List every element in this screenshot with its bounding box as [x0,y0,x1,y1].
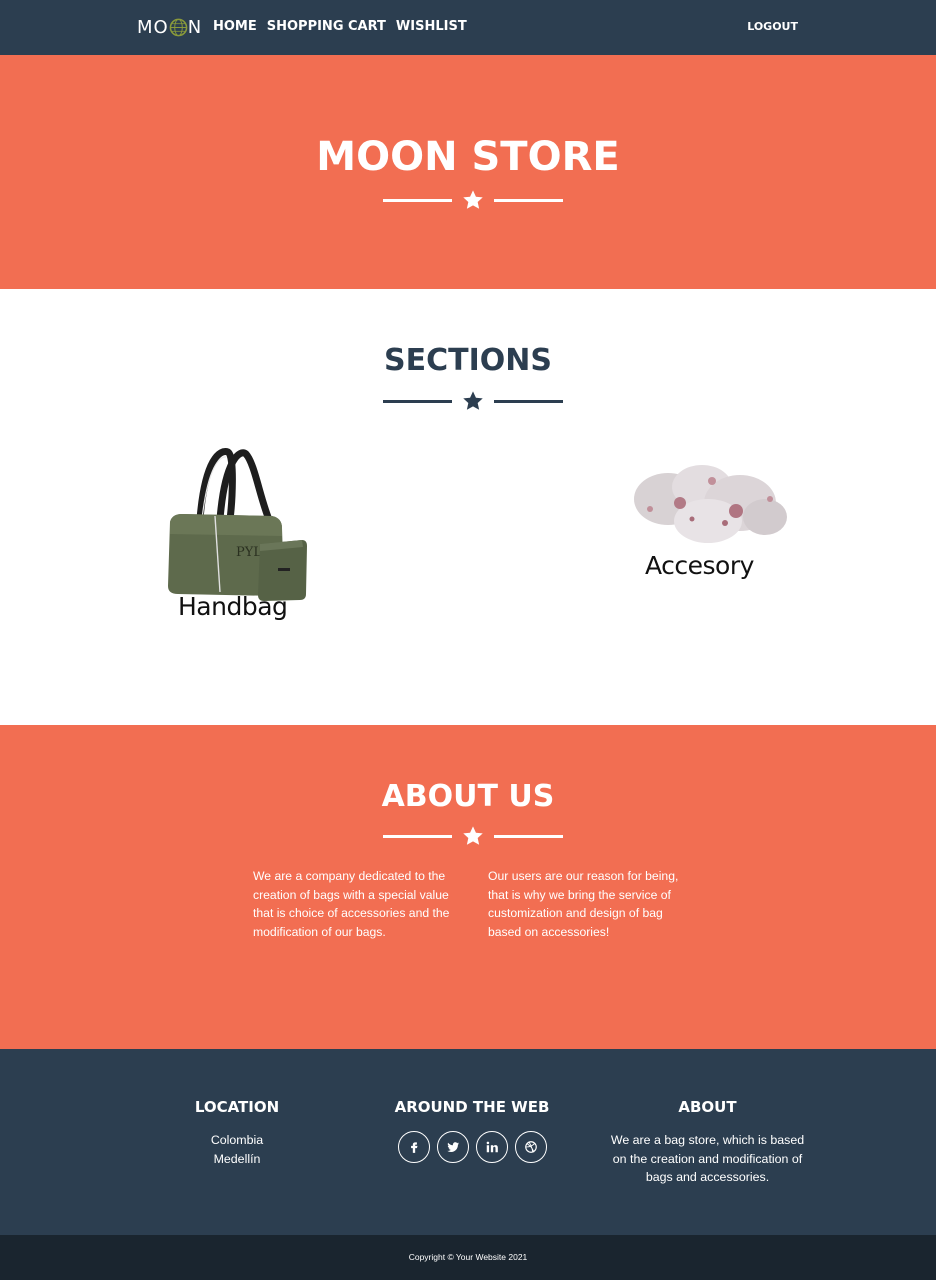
footer-about-heading: ABOUT [678,1098,737,1116]
footer-about-text: We are a bag store, which is based on th… [610,1133,805,1184]
star-icon [463,391,483,410]
facebook-icon[interactable] [397,1131,430,1163]
footer-location-line1: Colombia [210,1133,264,1147]
brand-text-left: MO [137,16,169,38]
footer-around-web: AROUND THE WEB [382,1097,562,1163]
hero-title: MOON STORE [316,134,620,180]
moon-globe-icon [169,18,188,36]
logout-link[interactable]: LOGOUT [747,19,798,35]
star-icon [463,826,483,845]
linkedin-icon[interactable] [475,1131,508,1163]
accessory-section-card[interactable]: Accesory [620,459,800,599]
footer-location-heading: LOCATION [194,1098,280,1116]
accessory-label: Accesory [645,551,754,580]
brand-logo[interactable]: MO N [137,15,202,39]
nav-links: Home Shopping Cart Wishlist [213,18,467,36]
footer: LOCATION Colombia Medellín AROUND THE WE… [0,1049,936,1235]
nav-shopping-cart[interactable]: Shopping Cart [267,18,386,36]
footer-about: ABOUT We are a bag store, which is based… [605,1097,810,1187]
hero-divider [383,189,563,211]
star-icon [463,190,483,209]
about-divider [383,825,563,847]
navbar: MO N Home Shopping Cart Wishlist LOGOUT [0,0,936,55]
about-title: ABOUT US [381,779,555,814]
nav-home[interactable]: Home [213,18,257,36]
twitter-icon[interactable] [436,1131,469,1163]
copyright-text: Copyright © Your Website 2021 [408,1252,528,1262]
accessory-flower-image [634,465,787,543]
about-text-left: We are a company dedicated to the creati… [253,869,450,940]
sections-title: SECTIONS [384,343,552,378]
footer-location-line2: Medellín [213,1151,261,1166]
dribbble-icon[interactable] [514,1131,547,1163]
social-links [382,1131,562,1163]
sections-section: SECTIONS PYL Handbag Accesory [0,289,936,725]
handbag-label: Handbag [178,592,288,621]
hero-section: MOON STORE [0,55,936,289]
copyright-bar: Copyright © Your Website 2021 [0,1235,936,1280]
footer-location: LOCATION Colombia Medellín [167,1097,307,1168]
about-text-right: Our users are our reason for being, that… [488,869,679,940]
handbag-section-card[interactable]: PYL Handbag [160,444,350,634]
brand-text-right: N [187,16,203,38]
footer-web-heading: AROUND THE WEB [394,1098,550,1116]
nav-wishlist[interactable]: Wishlist [396,18,467,36]
about-section: ABOUT US We are a company dedicated to t… [0,725,936,1049]
sections-divider [383,390,563,412]
svg-text:PYL: PYL [236,545,262,560]
